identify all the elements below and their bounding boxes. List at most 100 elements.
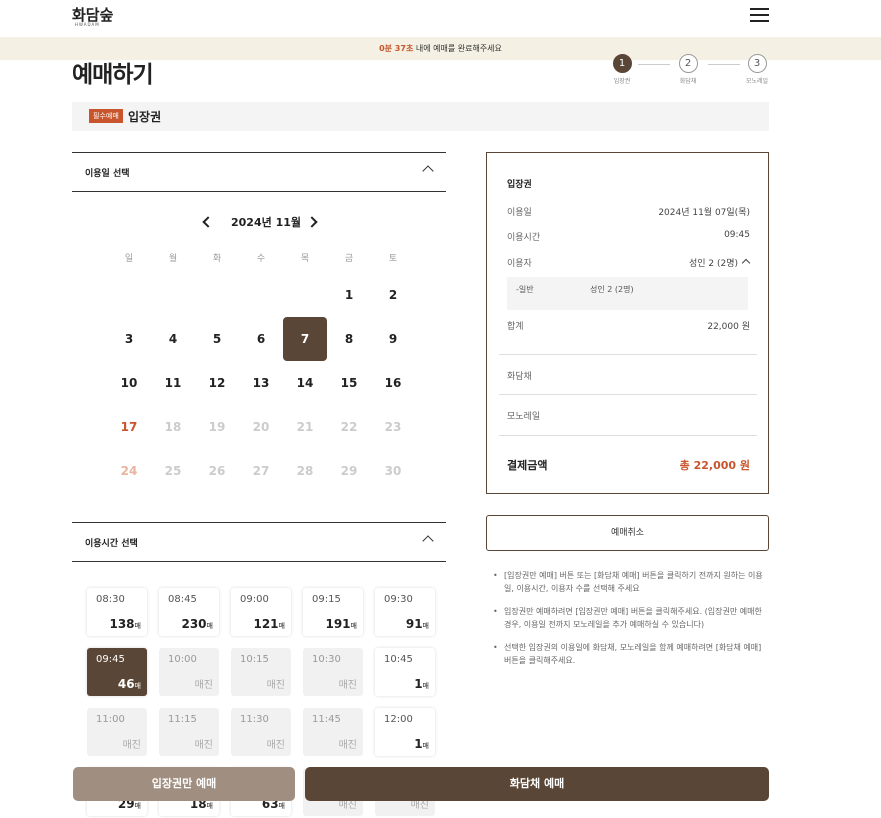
chevron-up-icon[interactable] (741, 258, 751, 268)
slot-count: 46매 (117, 677, 141, 691)
calendar-day[interactable]: 15 (327, 361, 371, 405)
slot-time: 08:45 (168, 594, 197, 605)
hamburger-icon[interactable] (750, 8, 769, 24)
timer-value: 0분 37초 (379, 44, 414, 53)
calendar-day: 26 (208, 464, 226, 478)
note-item: 선택한 입장권의 이용일에 화담채, 모노레일을 함께 예매하려면 [화담채 예… (493, 641, 769, 667)
summary-monorail: 모노레일 (507, 412, 541, 422)
required-badge: 필수예매 (89, 109, 123, 123)
calendar-day[interactable]: 5 (195, 317, 239, 361)
slot-count: 138매 (109, 617, 141, 631)
slot-count: 1매 (414, 737, 429, 751)
calendar-day[interactable]: 13 (239, 361, 283, 405)
calendar-day[interactable]: 9 (371, 317, 415, 361)
summary-date-row: 이용일 2024년 11월 07일(목) (507, 208, 750, 218)
ticket-type-label: 입장권 (128, 110, 162, 124)
time-slot: 11:15 매진 (159, 708, 219, 756)
note-item: [입장권만 예매] 버튼 또는 [화담채 예매] 버튼을 클릭하기 전까지 원하… (493, 569, 769, 595)
hwadamchae-button[interactable]: 화담채 예매 (305, 767, 769, 801)
header: 화담숲 HWADAM (0, 0, 881, 36)
slot-count: 1매 (414, 677, 429, 691)
time-slot[interactable]: 09:00 121매 (231, 588, 291, 636)
step-indicator: 1 입장권 2 화담채 3 모노레일 (600, 54, 780, 88)
calendar-day[interactable]: 11 (151, 361, 195, 405)
slot-count: 매진 (122, 740, 141, 751)
note-item: 입장권만 예매하려면 [입장권만 예매] 버튼을 클릭해주세요. (입장권만 예… (493, 605, 769, 631)
weekday-label: 금 (344, 254, 354, 264)
chevron-right-icon[interactable] (306, 216, 318, 228)
time-slot[interactable]: 09:15 191매 (303, 588, 363, 636)
calendar-day[interactable]: 1 (327, 273, 371, 317)
slot-time: 10:00 (168, 654, 197, 665)
calendar-day: 28 (296, 464, 314, 478)
calendar-nav: 2024년 11월 (195, 213, 335, 233)
time-section-header[interactable]: 이용시간 선택 (72, 522, 446, 562)
time-slot[interactable]: 08:30 138매 (87, 588, 147, 636)
time-slot: 10:30 매진 (303, 648, 363, 696)
slot-time: 11:45 (312, 714, 341, 725)
slot-time: 10:45 (384, 654, 413, 665)
calendar-day[interactable]: 8 (327, 317, 371, 361)
page-title: 예매하기 (72, 62, 154, 88)
slot-time: 10:15 (240, 654, 269, 665)
slot-count: 매진 (194, 740, 213, 751)
chevron-up-icon[interactable] (422, 165, 434, 177)
weekday-label: 월 (168, 254, 178, 264)
time-slot[interactable]: 09:30 91매 (375, 588, 435, 636)
ticket-type-bar: 필수예매 입장권 (72, 102, 769, 131)
slot-time: 12:00 (384, 714, 413, 725)
time-slot[interactable]: 08:45 230매 (159, 588, 219, 636)
calendar-day[interactable]: 17 (107, 405, 151, 449)
calendar-day: 21 (296, 420, 314, 434)
calendar-day[interactable]: 16 (371, 361, 415, 405)
slot-time: 09:15 (312, 594, 341, 605)
calendar-day[interactable]: 14 (283, 361, 327, 405)
chevron-left-icon[interactable] (202, 216, 214, 228)
weekday-label: 화 (212, 254, 222, 264)
summary-total: 결제금액 총 22,000 원 (507, 459, 750, 472)
calendar-month: 2024년 11월 (231, 216, 301, 229)
time-slot[interactable]: 12:00 1매 (375, 708, 435, 756)
cancel-button[interactable]: 예매취소 (486, 515, 769, 551)
chevron-up-icon[interactable] (422, 535, 434, 547)
slot-time: 11:00 (96, 714, 125, 725)
user-detail-value: 성인 2 (2명) (590, 285, 634, 294)
calendar-day[interactable]: 4 (151, 317, 195, 361)
calendar-day: 24 (120, 464, 138, 478)
calendar-day[interactable]: 10 (107, 361, 151, 405)
summary-heading: 입장권 (507, 180, 532, 190)
calendar-day: 27 (252, 464, 270, 478)
slot-time: 09:00 (240, 594, 269, 605)
calendar-day[interactable]: 6 (239, 317, 283, 361)
time-slot: 11:45 매진 (303, 708, 363, 756)
slot-count: 191매 (325, 617, 357, 631)
step-2: 2 화담채 (668, 54, 708, 85)
calendar-day[interactable]: 12 (195, 361, 239, 405)
entry-only-button[interactable]: 입장권만 예매 (73, 767, 295, 801)
weekday-label: 토 (388, 254, 398, 264)
calendar-day[interactable]: 3 (107, 317, 151, 361)
weekday-label: 일 (124, 254, 134, 264)
date-section-title: 이용일 선택 (85, 169, 130, 179)
weekday-label: 수 (256, 254, 266, 264)
slot-time: 09:45 (96, 654, 125, 665)
calendar-day: 20 (252, 420, 270, 434)
date-section-header[interactable]: 이용일 선택 (72, 152, 446, 192)
step-3: 3 모노레일 (737, 54, 777, 85)
slot-count: 121매 (253, 617, 285, 631)
calendar-day: 25 (164, 464, 182, 478)
calendar-day[interactable]: 7 (283, 317, 327, 361)
logo-subtitle: HWADAM (75, 22, 100, 27)
time-slot: 10:15 매진 (231, 648, 291, 696)
slot-time: 10:30 (312, 654, 341, 665)
step-1: 1 입장권 (602, 54, 642, 85)
summary-user-row[interactable]: 이용자 성인 2 (2명) (507, 256, 751, 269)
timer-text: 내에 예매를 완료해주세요 (415, 44, 502, 53)
slot-count: 매진 (266, 680, 285, 691)
calendar-day: 30 (384, 464, 402, 478)
time-slot[interactable]: 09:45 46매 (87, 648, 147, 696)
total-amount: 총 22,000 원 (679, 459, 750, 472)
calendar-day[interactable]: 2 (371, 273, 415, 317)
time-slot[interactable]: 10:45 1매 (375, 648, 435, 696)
summary-sum-row: 합계 22,000 원 (507, 322, 750, 332)
